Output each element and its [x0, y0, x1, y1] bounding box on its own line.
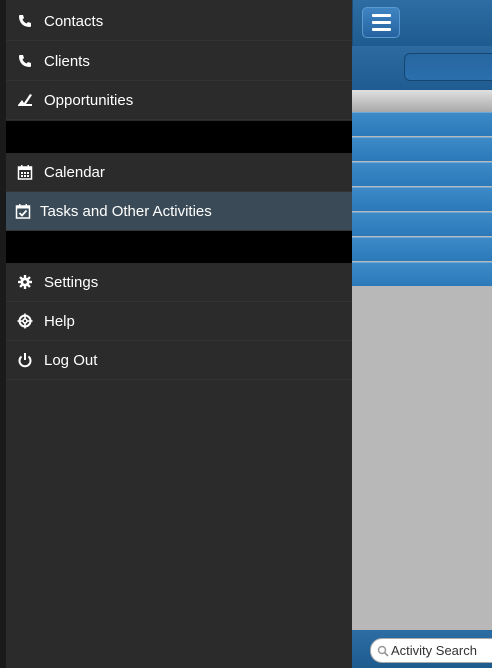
- lifebuoy-icon: [6, 313, 44, 329]
- nav-label: Log Out: [44, 351, 98, 369]
- nav-item-opportunities[interactable]: Opportunities: [6, 81, 352, 120]
- list-row[interactable]: [352, 162, 492, 186]
- gear-icon: [6, 274, 44, 290]
- power-icon: [6, 352, 44, 368]
- side-menu: Contacts Clients Opportunities Calendar …: [0, 0, 352, 668]
- nav-label: Contacts: [44, 12, 104, 30]
- nav-item-contacts[interactable]: Contacts: [6, 2, 352, 41]
- toolbar-segment-control[interactable]: [404, 53, 492, 81]
- search-placeholder: Activity Search: [391, 643, 477, 658]
- calendar-icon: [6, 164, 44, 180]
- nav-item-calendar[interactable]: Calendar: [6, 153, 352, 192]
- app-footer: Activity Search: [352, 630, 492, 668]
- nav-item-logout[interactable]: Log Out: [6, 341, 352, 380]
- nav-item-clients[interactable]: Clients: [6, 42, 352, 81]
- nav-label: Help: [44, 312, 75, 330]
- list-row[interactable]: [352, 212, 492, 236]
- nav-item-tasks[interactable]: Tasks and Other Activities: [6, 192, 352, 231]
- list-row[interactable]: [352, 112, 492, 136]
- search-icon: [377, 645, 389, 657]
- activity-search-input[interactable]: Activity Search: [370, 638, 492, 663]
- hamburger-icon-bar: [371, 21, 391, 24]
- nav-item-help[interactable]: Help: [6, 302, 352, 341]
- phone-icon: [6, 13, 44, 29]
- phone-icon: [6, 53, 44, 69]
- nav-item-settings[interactable]: Settings: [6, 263, 352, 302]
- nav-label: Settings: [44, 273, 99, 291]
- list-header-strip: [352, 90, 492, 112]
- checked-calendar-icon: [6, 203, 40, 219]
- hamburger-icon-bar: [371, 14, 391, 17]
- nav-label: Tasks and Other Activities: [40, 202, 212, 220]
- list-row[interactable]: [352, 262, 492, 286]
- growth-chart-icon: [6, 92, 44, 108]
- main-app-panel: Activity Search: [352, 0, 492, 668]
- nav-label: Opportunities: [44, 91, 134, 109]
- hamburger-icon-bar: [371, 28, 391, 31]
- app-toolbar: [352, 46, 492, 90]
- menu-divider: [6, 231, 352, 263]
- list-row[interactable]: [352, 187, 492, 211]
- menu-toggle-button[interactable]: [362, 7, 400, 38]
- menu-divider: [6, 121, 352, 153]
- list-row[interactable]: [352, 137, 492, 161]
- app-header: [352, 0, 492, 46]
- nav-label: Calendar: [44, 163, 105, 181]
- list-row[interactable]: [352, 237, 492, 261]
- nav-label: Clients: [44, 52, 90, 70]
